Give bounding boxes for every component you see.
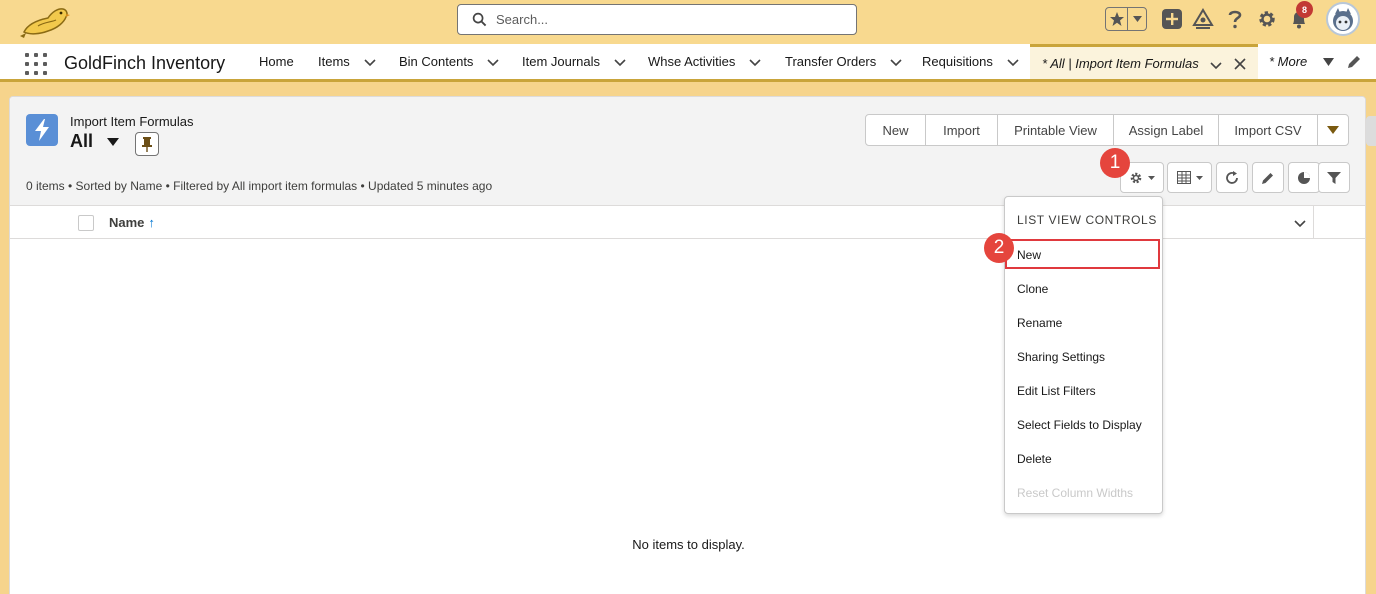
search-icon bbox=[472, 12, 487, 27]
menu-item-clone[interactable]: Clone bbox=[1017, 282, 1048, 296]
list-view-selector[interactable]: All bbox=[70, 131, 120, 152]
user-avatar[interactable] bbox=[1326, 2, 1360, 36]
list-view-meta-info: 0 items • Sorted by Name • Filtered by A… bbox=[26, 179, 493, 193]
printable-view-button[interactable]: Printable View bbox=[997, 114, 1114, 146]
caret-down-icon bbox=[1323, 57, 1335, 66]
utility-side-tab[interactable] bbox=[1366, 116, 1376, 146]
caret-down-icon[interactable] bbox=[107, 137, 120, 147]
nav-item-requisitions[interactable]: Requisitions bbox=[922, 44, 1019, 79]
list-view-action-buttons: New Import Printable View Assign Label I… bbox=[865, 114, 1349, 146]
app-navigation-bar: GoldFinch Inventory Home Items Bin Conte… bbox=[0, 44, 1376, 82]
gear-icon bbox=[1130, 172, 1142, 183]
nav-more-menu[interactable]: * More bbox=[1269, 44, 1335, 79]
nav-item-home[interactable]: Home bbox=[259, 44, 294, 79]
caret-down-icon bbox=[1327, 126, 1339, 134]
charts-button[interactable] bbox=[1288, 162, 1320, 193]
pencil-icon bbox=[1262, 172, 1273, 184]
notification-count-badge: 8 bbox=[1296, 1, 1313, 18]
inline-edit-button[interactable] bbox=[1252, 162, 1284, 193]
tab-import-item-formulas[interactable]: * All | Import Item Formulas bbox=[1030, 44, 1258, 79]
list-view-header: Import Item Formulas All 0 items • Sorte… bbox=[10, 97, 1365, 206]
filter-icon bbox=[1327, 171, 1341, 184]
filters-button[interactable] bbox=[1318, 162, 1350, 193]
import-button[interactable]: Import bbox=[925, 114, 998, 146]
chevron-down-icon[interactable] bbox=[890, 56, 902, 68]
lightning-bolt-icon bbox=[26, 114, 58, 146]
column-header-name[interactable]: Name ↑ bbox=[109, 215, 155, 230]
column-actions-chevron-icon[interactable] bbox=[1293, 216, 1307, 230]
app-launcher-icon[interactable] bbox=[25, 53, 47, 75]
chevron-down-icon[interactable] bbox=[614, 56, 626, 68]
more-actions-button[interactable] bbox=[1317, 114, 1349, 146]
global-search-input[interactable]: Search... bbox=[457, 4, 857, 35]
menu-item-select-fields[interactable]: Select Fields to Display bbox=[1017, 418, 1142, 432]
nav-item-whse-activities[interactable]: Whse Activities bbox=[648, 44, 761, 79]
close-icon[interactable] bbox=[1234, 58, 1246, 70]
goldfinch-logo[interactable] bbox=[18, 2, 70, 40]
caret-down-icon bbox=[1195, 175, 1203, 180]
setup-gear-icon[interactable] bbox=[1256, 8, 1278, 30]
chevron-down-icon[interactable] bbox=[1007, 56, 1019, 68]
nav-item-bin-contents[interactable]: Bin Contents bbox=[399, 44, 500, 79]
step-marker-2: 2 bbox=[984, 233, 1014, 263]
pin-icon bbox=[142, 137, 152, 152]
menu-heading: LIST VIEW CONTROLS bbox=[1017, 213, 1157, 227]
help-icon[interactable] bbox=[1224, 8, 1246, 30]
search-placeholder: Search... bbox=[496, 12, 549, 27]
global-actions-plus-icon[interactable] bbox=[1161, 8, 1183, 30]
app-name: GoldFinch Inventory bbox=[64, 53, 226, 73]
trailhead-icon[interactable] bbox=[1192, 8, 1214, 30]
nav-item-transfer-orders[interactable]: Transfer Orders bbox=[785, 44, 902, 79]
chevron-down-icon[interactable] bbox=[749, 56, 761, 68]
menu-item-edit-list-filters[interactable]: Edit List Filters bbox=[1017, 384, 1096, 398]
assign-label-button[interactable]: Assign Label bbox=[1113, 114, 1219, 146]
nav-item-item-journals[interactable]: Item Journals bbox=[522, 44, 626, 79]
menu-item-sharing-settings[interactable]: Sharing Settings bbox=[1017, 350, 1105, 364]
chevron-down-icon[interactable] bbox=[487, 56, 500, 68]
column-divider bbox=[1313, 206, 1314, 239]
table-icon bbox=[1176, 171, 1191, 184]
menu-item-reset-column-widths: Reset Column Widths bbox=[1017, 486, 1134, 500]
import-csv-button[interactable]: Import CSV bbox=[1218, 114, 1318, 146]
select-all-checkbox[interactable] bbox=[78, 215, 94, 231]
step-marker-1: 1 bbox=[1100, 148, 1130, 178]
refresh-icon bbox=[1226, 170, 1238, 184]
pie-chart-icon bbox=[1298, 171, 1310, 184]
empty-state-message: No items to display. bbox=[632, 537, 745, 552]
chevron-down-icon[interactable] bbox=[1210, 59, 1222, 71]
global-header: Search... 8 bbox=[0, 0, 1376, 44]
pin-list-view-button[interactable] bbox=[135, 132, 159, 156]
caret-down-icon bbox=[1148, 175, 1155, 180]
object-label: Import Item Formulas bbox=[70, 114, 194, 129]
favorites-button[interactable] bbox=[1105, 7, 1147, 31]
menu-item-rename[interactable]: Rename bbox=[1017, 316, 1062, 330]
favorites-dropdown-icon[interactable] bbox=[1128, 8, 1146, 30]
menu-item-delete[interactable]: Delete bbox=[1017, 452, 1052, 466]
nav-item-items[interactable]: Items bbox=[318, 44, 376, 79]
display-as-table-button[interactable] bbox=[1167, 162, 1212, 193]
edit-nav-pencil-icon[interactable] bbox=[1346, 54, 1362, 70]
highlight-box-new bbox=[1005, 239, 1160, 269]
new-button[interactable]: New bbox=[865, 114, 926, 146]
star-icon[interactable] bbox=[1106, 8, 1128, 30]
chevron-down-icon[interactable] bbox=[364, 56, 376, 68]
sort-ascending-icon: ↑ bbox=[148, 215, 155, 230]
refresh-button[interactable] bbox=[1216, 162, 1248, 193]
